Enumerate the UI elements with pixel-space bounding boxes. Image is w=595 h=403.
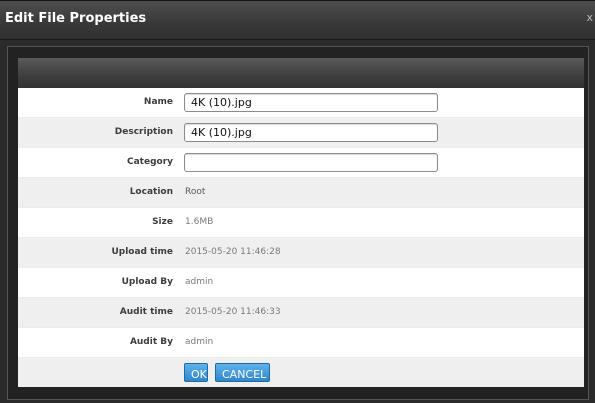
name-input[interactable] (184, 93, 438, 112)
cancel-button[interactable]: CANCEL (215, 363, 270, 382)
location-label: Location (129, 187, 173, 197)
close-icon[interactable]: x (586, 11, 593, 24)
dialog-title-bar[interactable]: Edit File Properties x (0, 1, 595, 40)
ok-button[interactable]: OK (184, 363, 208, 382)
form-row-location: Location Root (18, 178, 584, 208)
properties-form: Name Description Category Location Root … (18, 88, 584, 387)
category-label: Category (126, 157, 173, 167)
dialog-title: Edit File Properties (5, 11, 147, 26)
location-value: Root (185, 187, 206, 197)
form-row-audit-by: Audit By admin (18, 328, 584, 358)
upload-time-value: 2015-05-20 11:46:28 (185, 247, 281, 257)
audit-by-value: admin (185, 337, 214, 347)
upload-time-label: Upload time (111, 247, 173, 257)
description-label: Description (114, 127, 173, 137)
audit-by-label: Audit By (129, 337, 173, 347)
form-row-category: Category (18, 148, 584, 178)
panel-header-bar (18, 58, 584, 89)
form-row-audit-time: Audit time 2015-05-20 11:46:33 (18, 298, 584, 328)
properties-panel: Name Description Category Location Root … (7, 46, 589, 400)
audit-time-label: Audit time (119, 307, 173, 317)
form-row-name: Name (18, 88, 584, 118)
audit-time-value: 2015-05-20 11:46:33 (185, 307, 281, 317)
upload-by-label: Upload By (121, 277, 173, 287)
size-label: Size (152, 217, 173, 227)
form-row-description: Description (18, 118, 584, 148)
form-row-size: Size 1.6MB (18, 208, 584, 238)
form-row-upload-time: Upload time 2015-05-20 11:46:28 (18, 238, 584, 268)
upload-by-value: admin (185, 277, 214, 287)
description-input[interactable] (184, 123, 438, 142)
size-value: 1.6MB (185, 217, 214, 227)
form-row-upload-by: Upload By admin (18, 268, 584, 298)
edit-file-properties-dialog: Edit File Properties x Name Description … (0, 0, 595, 403)
name-label: Name (143, 97, 173, 107)
category-input[interactable] (184, 153, 438, 172)
form-actions: OK CANCEL (18, 358, 584, 387)
